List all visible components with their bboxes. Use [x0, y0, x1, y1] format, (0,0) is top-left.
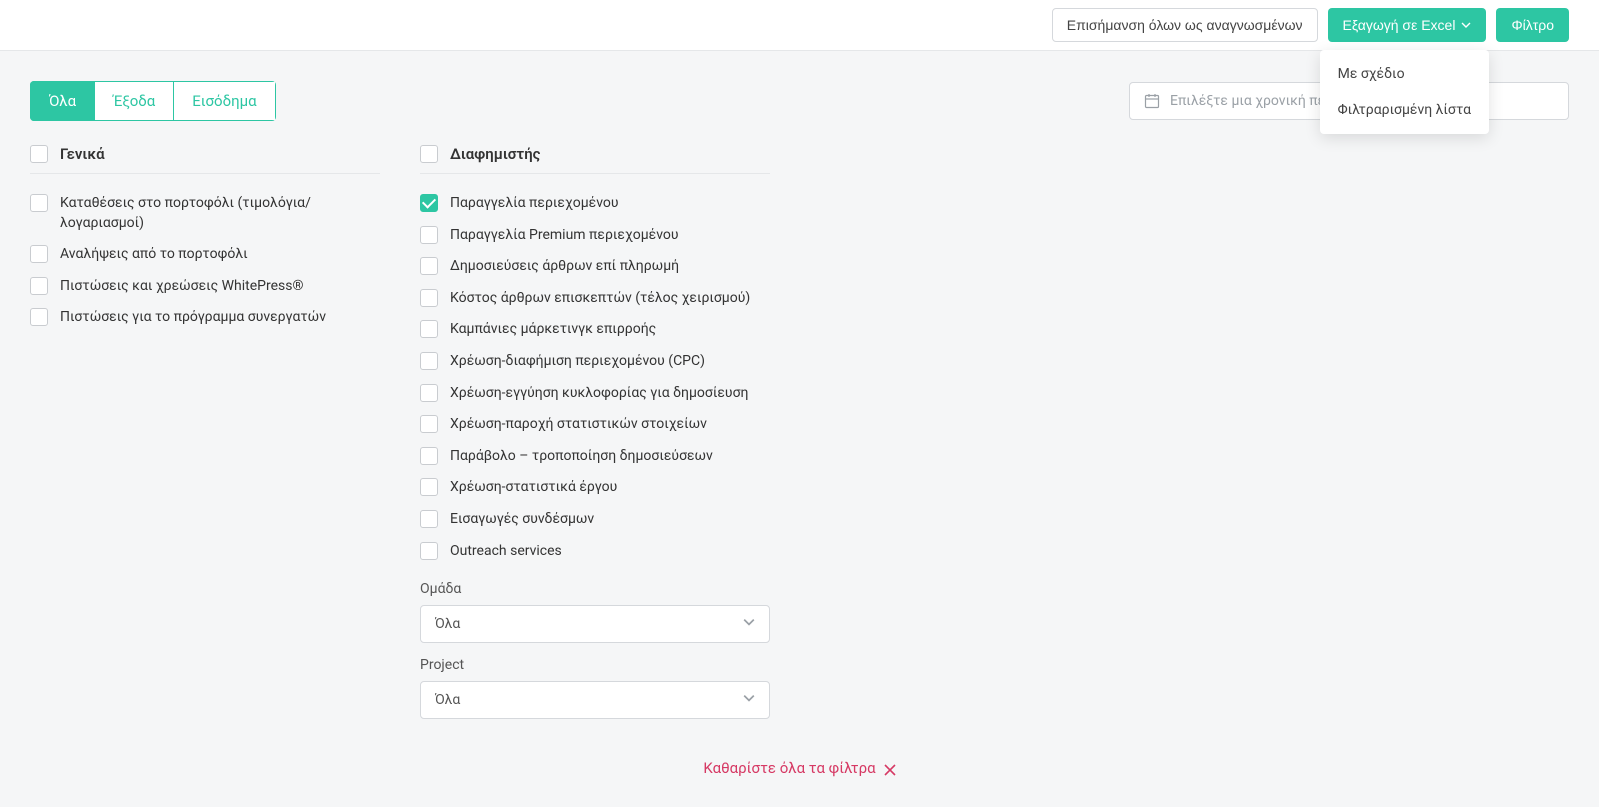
group-select[interactable]: Όλα [420, 605, 770, 643]
calendar-icon [1144, 93, 1160, 109]
checkbox-label[interactable]: Πιστώσεις για το πρόγραμμα συνεργατών [60, 308, 326, 328]
check-row: Πιστώσεις για το πρόγραμμα συνεργατών [30, 302, 380, 334]
export-filtered-label: Φιλτραρισμένη λίστα [1338, 102, 1471, 118]
check-row: Πιστώσεις και χρεώσεις WhitePress® [30, 271, 380, 303]
check-row: Χρέωση-στατιστικά έργου [420, 472, 770, 504]
checkbox-label[interactable]: Outreach services [450, 542, 562, 562]
checkbox-label[interactable]: Αναλήψεις από το πορτοφόλι [60, 245, 248, 265]
clear-filters-row: Καθαρίστε όλα τα φίλτρα [30, 759, 1569, 777]
checkbox-label[interactable]: Κόστος άρθρων επισκεπτών (τέλος χειρισμο… [450, 289, 750, 309]
advertiser-header: Διαφημιστής [420, 145, 770, 174]
content-area: Όλα Έξοδα Εισόδημα Επιλέξτε μια χρονική … [0, 51, 1599, 807]
check-row: Χρέωση-διαφήμιση περιεχομένου (CPC) [420, 346, 770, 378]
group-select-value: Όλα [435, 616, 460, 632]
advertiser-checkbox-all[interactable] [420, 145, 438, 163]
checkbox-label[interactable]: Χρέωση-εγγύηση κυκλοφορίας για δημοσίευσ… [450, 384, 748, 404]
checkbox[interactable] [420, 447, 438, 465]
mark-all-read-button[interactable]: Επισήμανση όλων ως αναγνωσμένων [1052, 8, 1318, 42]
export-scheduled-label: Με σχέδιο [1338, 66, 1405, 82]
checkbox[interactable] [30, 194, 48, 212]
checkbox[interactable] [420, 384, 438, 402]
checkbox[interactable] [420, 289, 438, 307]
tab-expenses-label: Έξοδα [113, 92, 155, 110]
checkbox[interactable] [420, 226, 438, 244]
check-row: Καταθέσεις στο πορτοφόλι (τιμολόγια/ λογ… [30, 188, 380, 239]
check-row: Παραγγελία περιεχομένου [420, 188, 770, 220]
check-row: Αναλήψεις από το πορτοφόλι [30, 239, 380, 271]
project-select-value: Όλα [435, 692, 460, 708]
check-row: Παραγγελία Premium περιεχομένου [420, 220, 770, 252]
checkbox-label[interactable]: Χρέωση-διαφήμιση περιεχομένου (CPC) [450, 352, 705, 372]
advertiser-column: Διαφημιστής Παραγγελία περιεχομένουΠαραγ… [420, 145, 770, 719]
checkbox[interactable] [420, 257, 438, 275]
checkbox-label[interactable]: Χρέωση-παροχή στατιστικών στοιχείων [450, 415, 707, 435]
check-row: Εισαγωγές συνδέσμων [420, 504, 770, 536]
mark-all-read-label: Επισήμανση όλων ως αναγνωσμένων [1067, 17, 1303, 33]
tab-income-label: Εισόδημα [192, 92, 256, 110]
checkbox-label[interactable]: Πιστώσεις και χρεώσεις WhitePress® [60, 277, 303, 297]
check-row: Χρέωση-παροχή στατιστικών στοιχείων [420, 409, 770, 441]
export-excel-label: Εξαγωγή σε Excel [1343, 17, 1456, 33]
checkbox[interactable] [30, 308, 48, 326]
type-tabs: Όλα Έξοδα Εισόδημα [30, 81, 276, 121]
chevron-down-icon [743, 616, 755, 632]
checkbox[interactable] [420, 510, 438, 528]
checkbox[interactable] [30, 245, 48, 263]
export-dropdown: Με σχέδιο Φιλτραρισμένη λίστα [1320, 50, 1489, 134]
checkbox-label[interactable]: Παραγγελία Premium περιεχομένου [450, 226, 679, 246]
checkbox[interactable] [420, 415, 438, 433]
project-label: Project [420, 657, 770, 673]
checkbox[interactable] [420, 478, 438, 496]
export-excel-button[interactable]: Εξαγωγή σε Excel [1328, 8, 1487, 42]
check-row: Δημοσιεύσεις άρθρων επί πληρωμή [420, 251, 770, 283]
general-title: Γενικά [60, 145, 105, 163]
check-row: Outreach services [420, 536, 770, 568]
advertiser-items: Παραγγελία περιεχομένου Παραγγελία Premiu… [420, 188, 770, 567]
project-select[interactable]: Όλα [420, 681, 770, 719]
export-filtered-item[interactable]: Φιλτραρισμένη λίστα [1320, 92, 1489, 128]
filter-button-label: Φίλτρο [1511, 17, 1554, 33]
checkbox[interactable] [420, 352, 438, 370]
clear-filters-link[interactable]: Καθαρίστε όλα τα φίλτρα [703, 759, 895, 777]
check-row: Παράβολο – τροποποίηση δημοσιεύσεων [420, 441, 770, 473]
checkbox[interactable] [420, 320, 438, 338]
checkbox-label[interactable]: Παράβολο – τροποποίηση δημοσιεύσεων [450, 447, 713, 467]
general-checkbox-all[interactable] [30, 145, 48, 163]
clear-filters-label: Καθαρίστε όλα τα φίλτρα [703, 759, 875, 777]
advertiser-title: Διαφημιστής [450, 145, 540, 163]
chevron-down-icon [743, 692, 755, 708]
general-header: Γενικά [30, 145, 380, 174]
check-row: Κόστος άρθρων επισκεπτών (τέλος χειρισμο… [420, 283, 770, 315]
general-column: Γενικά Καταθέσεις στο πορτοφόλι (τιμολόγ… [30, 145, 380, 719]
export-scheduled-item[interactable]: Με σχέδιο [1320, 56, 1489, 92]
general-items: Καταθέσεις στο πορτοφόλι (τιμολόγια/ λογ… [30, 188, 380, 334]
checkbox[interactable] [420, 542, 438, 560]
checkbox[interactable] [420, 194, 438, 212]
checkbox-label[interactable]: Χρέωση-στατιστικά έργου [450, 478, 617, 498]
checkbox[interactable] [30, 277, 48, 295]
check-row: Καμπάνιες μάρκετινγκ επιρροής [420, 314, 770, 346]
tab-expenses[interactable]: Έξοδα [95, 81, 174, 121]
filter-button[interactable]: Φίλτρο [1496, 8, 1569, 42]
checkbox-label[interactable]: Παραγγελία περιεχομένου [450, 194, 619, 214]
close-icon [884, 762, 896, 774]
checkbox-label[interactable]: Εισαγωγές συνδέσμων [450, 510, 594, 530]
checkbox-label[interactable]: Καμπάνιες μάρκετινγκ επιρροής [450, 320, 656, 340]
top-bar: Επισήμανση όλων ως αναγνωσμένων Εξαγωγή … [0, 0, 1599, 51]
chevron-down-icon [1461, 20, 1471, 30]
check-row: Χρέωση-εγγύηση κυκλοφορίας για δημοσίευσ… [420, 378, 770, 410]
filter-columns: Γενικά Καταθέσεις στο πορτοφόλι (τιμολόγ… [30, 145, 1569, 719]
tab-all-label: Όλα [49, 92, 76, 110]
tab-all[interactable]: Όλα [30, 81, 95, 121]
group-label: Ομάδα [420, 581, 770, 597]
checkbox-label[interactable]: Καταθέσεις στο πορτοφόλι (τιμολόγια/ λογ… [60, 194, 380, 233]
tab-income[interactable]: Εισόδημα [174, 81, 275, 121]
checkbox-label[interactable]: Δημοσιεύσεις άρθρων επί πληρωμή [450, 257, 679, 277]
